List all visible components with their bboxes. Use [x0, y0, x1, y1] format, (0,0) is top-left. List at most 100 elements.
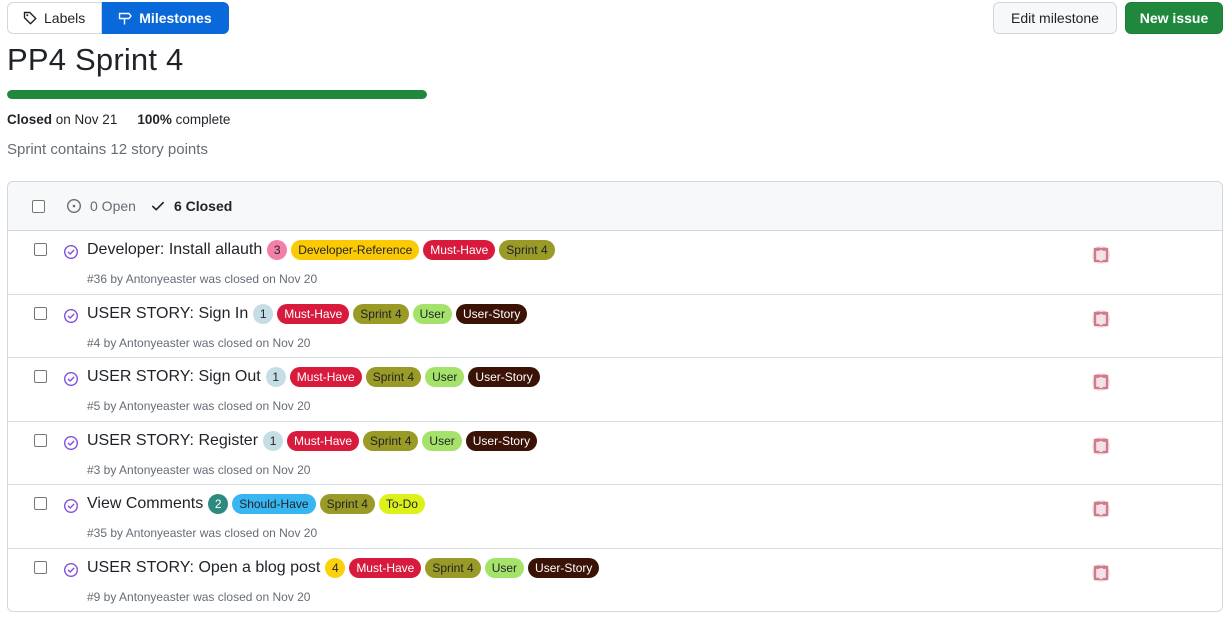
issue-title-line: USER STORY: Open a blog post 4 Must-Have… — [87, 557, 600, 578]
issue-label[interactable]: User-Story — [528, 557, 600, 578]
new-issue-button[interactable]: New issue — [1125, 2, 1223, 34]
issue-meta: #9 by Antonyeaster was closed on Nov 20 — [87, 589, 311, 604]
assignee-avatar-icon[interactable] — [1091, 499, 1111, 519]
issue-checkbox[interactable] — [34, 433, 47, 447]
open-count: 0 Open — [90, 198, 136, 214]
issue-meta: #3 by Antonyeaster was closed on Nov 20 — [87, 462, 311, 477]
milestones-tab-label: Milestones — [139, 10, 212, 26]
issue-checkbox[interactable] — [34, 243, 47, 256]
issue-label[interactable]: Sprint 4 — [319, 494, 375, 514]
assignee-avatar-icon[interactable] — [1091, 563, 1111, 583]
issue-closed-icon — [63, 371, 79, 387]
issue-open-icon — [66, 198, 82, 214]
issue-label[interactable]: Must-Have — [349, 557, 422, 578]
issue-closed-icon — [63, 562, 79, 577]
issue-label[interactable]: Must-Have — [287, 430, 360, 451]
closed-issues-filter[interactable]: 6 Closed — [150, 198, 232, 214]
issue-label[interactable]: Should-Have — [232, 494, 316, 514]
milestone-title: PP4 Sprint 4 — [7, 42, 184, 77]
story-points-badge: 1 — [263, 430, 284, 451]
issue-label[interactable]: To-Do — [378, 494, 425, 514]
issue-row: Developer: Install allauth 3 Developer-R… — [8, 231, 1222, 295]
issue-title-link[interactable]: USER STORY: Sign In — [87, 305, 248, 323]
issue-title-link[interactable]: USER STORY: Sign Out — [87, 368, 261, 386]
issue-title-line: USER STORY: Register 1 Must-Have Sprint 4… — [87, 430, 538, 451]
issue-checkbox[interactable] — [34, 306, 47, 320]
issue-meta: #36 by Antonyeaster was closed on Nov 20 — [87, 272, 318, 286]
issue-title-link[interactable]: USER STORY: Open a blog post — [87, 559, 320, 577]
issue-label[interactable]: Must-Have — [423, 240, 496, 260]
issue-title-line: USER STORY: Sign In 1 Must-Have Sprint 4U… — [87, 303, 528, 324]
issue-closed-icon — [63, 435, 79, 450]
issue-rows: Developer: Install allauth 3 Developer-R… — [8, 231, 1222, 612]
issue-label[interactable]: Sprint 4 — [363, 430, 419, 451]
issue-closed-icon — [63, 498, 79, 514]
closed-date-text: on Nov 21 — [55, 112, 118, 127]
issue-label[interactable]: Sprint 4 — [425, 557, 481, 578]
issue-row: USER STORY: Sign Out 1 Must-Have Sprint 4… — [8, 358, 1222, 422]
story-points-badge: 2 — [208, 494, 229, 514]
story-points-badge: 4 — [325, 557, 346, 578]
milestone-progress-bar — [7, 90, 427, 99]
select-all-checkbox[interactable] — [32, 199, 45, 213]
assignee-avatar-icon[interactable] — [1091, 372, 1111, 392]
assignee-avatar-icon[interactable] — [1091, 436, 1111, 456]
issue-label[interactable]: User-Story — [465, 430, 538, 451]
issue-closed-icon — [63, 244, 79, 260]
issue-list: 0 Open 6 Closed Developer: Install allau… — [7, 181, 1223, 612]
percent-value: 100% — [137, 112, 172, 127]
issue-row: USER STORY: Sign In 1 Must-Have Sprint 4U… — [8, 295, 1222, 358]
edit-milestone-button[interactable]: Edit milestone — [993, 2, 1117, 34]
issue-checkbox[interactable] — [34, 370, 47, 383]
assignee-avatar-icon[interactable] — [1091, 245, 1111, 265]
issue-title-line: USER STORY: Sign Out 1 Must-Have Sprint 4… — [87, 367, 540, 387]
issue-title-link[interactable]: Developer: Install allauth — [87, 241, 262, 259]
issue-label[interactable]: Developer-Reference — [291, 240, 420, 260]
milestone-closed-date: Closed on Nov 21 — [7, 112, 117, 127]
issue-title-link[interactable]: USER STORY: Register — [87, 432, 258, 450]
issue-label[interactable]: Sprint 4 — [365, 367, 422, 387]
issue-title-line: Developer: Install allauth 3 Developer-R… — [87, 240, 555, 260]
milestone-subnav: Labels Milestones — [7, 2, 229, 34]
labels-tab-label: Labels — [44, 10, 86, 26]
issue-closed-icon — [63, 308, 79, 323]
issue-label[interactable]: Must-Have — [277, 303, 350, 324]
issue-label[interactable]: Sprint 4 — [499, 240, 555, 260]
issue-label[interactable]: User-Story — [468, 367, 540, 387]
issue-label[interactable]: User — [412, 303, 452, 324]
issue-list-header: 0 Open 6 Closed — [8, 182, 1222, 231]
closed-label: Closed — [7, 112, 53, 127]
issue-row: View Comments 2 Should-Have Sprint 4 To-Do… — [8, 485, 1222, 549]
milestone-description: Sprint contains 12 story points — [7, 141, 208, 158]
story-points-badge: 1 — [265, 367, 286, 387]
percent-label: complete — [175, 112, 231, 127]
issue-label[interactable]: User-Story — [455, 303, 528, 324]
story-points-badge: 3 — [267, 240, 288, 260]
issue-meta: #35 by Antonyeaster was closed on Nov 20 — [87, 526, 318, 540]
issue-meta: #4 by Antonyeaster was closed on Nov 20 — [87, 335, 311, 350]
issue-label[interactable]: Must-Have — [289, 367, 362, 387]
issue-checkbox[interactable] — [34, 497, 47, 510]
milestone-meta: Closed on Nov 21 100% complete — [7, 112, 230, 127]
check-icon — [151, 201, 164, 211]
issue-meta: #5 by Antonyeaster was closed on Nov 20 — [87, 399, 311, 413]
open-issues-filter[interactable]: 0 Open — [66, 198, 136, 214]
issue-title-link[interactable]: View Comments — [87, 495, 203, 513]
closed-count: 6 Closed — [173, 198, 233, 214]
issue-label[interactable]: Sprint 4 — [353, 303, 409, 324]
labels-tab[interactable]: Labels — [7, 2, 103, 34]
milestone-icon — [119, 12, 132, 25]
issue-label[interactable]: User — [484, 557, 525, 578]
story-points-badge: 1 — [253, 303, 274, 324]
issue-label[interactable]: User — [425, 367, 465, 387]
issue-row: USER STORY: Open a blog post 4 Must-Have… — [8, 549, 1222, 612]
milestone-progress-fill — [7, 90, 427, 99]
assignee-avatar-icon[interactable] — [1091, 309, 1111, 329]
issue-label[interactable]: User — [422, 430, 462, 451]
issue-checkbox[interactable] — [34, 560, 47, 574]
issue-title-line: View Comments 2 Should-Have Sprint 4 To-Do — [87, 494, 425, 514]
issue-row: USER STORY: Register 1 Must-Have Sprint 4… — [8, 422, 1222, 485]
milestones-tab[interactable]: Milestones — [102, 2, 229, 34]
tag-icon — [23, 11, 37, 25]
milestone-percent: 100% complete — [137, 112, 230, 127]
